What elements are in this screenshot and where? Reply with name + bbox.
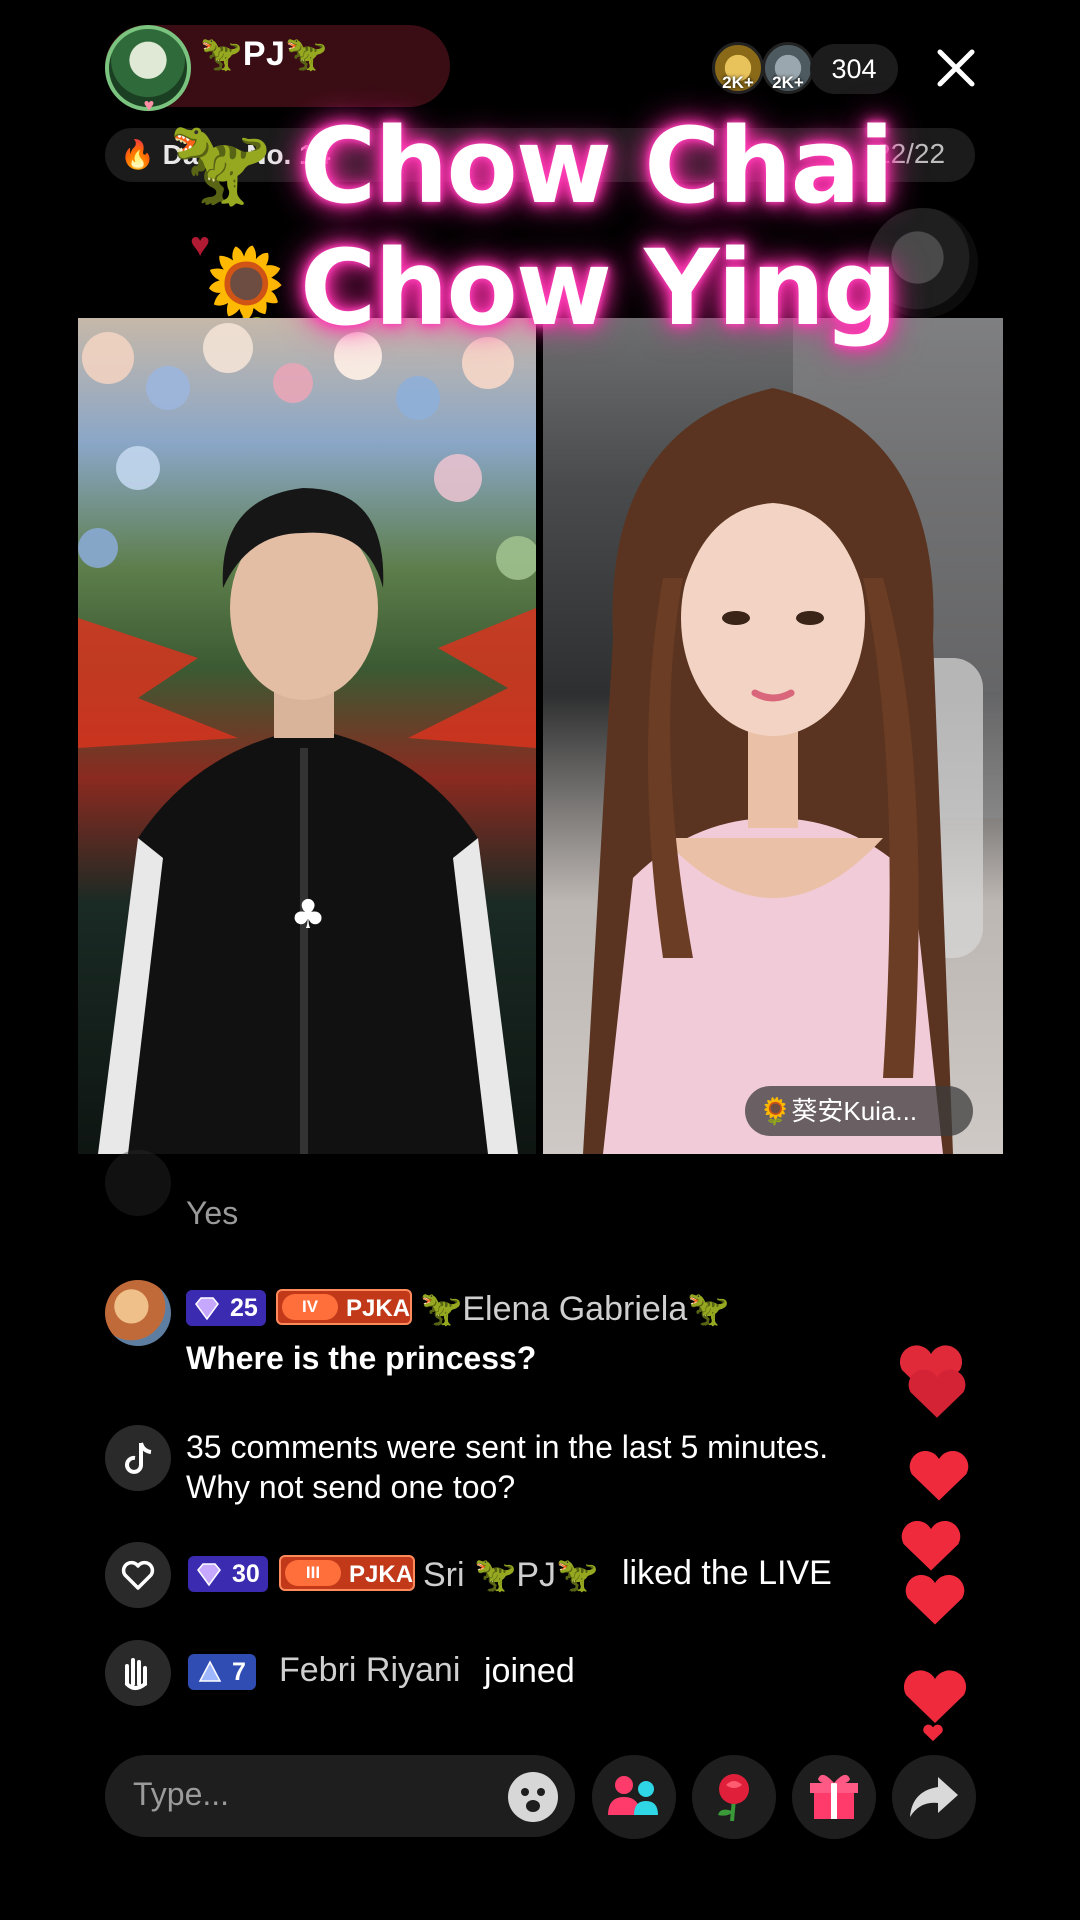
floating-heart-icon [901,1520,961,1571]
guest-name-tag[interactable]: 🌻葵安Kuia... [745,1086,973,1136]
close-icon [937,49,975,87]
guest-person-image [583,318,1003,1154]
diamond-icon [195,1297,219,1321]
floating-heart-icon [905,1574,965,1625]
chat-message: Where is the princess? [186,1340,537,1376]
close-button[interactable] [932,44,980,92]
floating-heart-icon [909,1450,969,1501]
chat-message-faded: Yes [186,1195,239,1231]
multi-guest-icon [608,1776,658,1815]
rose-gift-icon [718,1774,749,1822]
system-message-icon [105,1425,171,1491]
floating-heart-icon [908,1369,966,1418]
gift-button[interactable] [792,1755,876,1839]
guest-video-panel[interactable] [543,318,1003,1154]
fan-club-badge: III PJKA [279,1555,415,1591]
chat-username[interactable]: 🦖Elena Gabriela🦖 [420,1289,730,1329]
host-name[interactable]: 🦖PJ🦖 [200,34,328,74]
system-message: 35 comments were sent in the last 5 minu… [186,1429,829,1505]
emoji-icon [508,1772,558,1822]
viewer-badge: 2K+ [772,73,804,92]
overlay-title: Chow Chai Chow Ying [300,105,898,349]
fan-club-badge: IV PJKA [276,1289,412,1325]
tiktok-icon [125,1442,152,1474]
host-video-panel[interactable]: ♣ [78,318,536,1154]
like-event-icon [105,1542,171,1608]
host-person-image: ♣ [78,323,536,1154]
floating-heart-icon [923,1724,943,1742]
viewer-count[interactable]: 304 [810,44,898,94]
floating-heart-icon [903,1670,967,1723]
user-level-badge: 7 [188,1654,256,1690]
svg-text:♣: ♣ [290,892,326,938]
join-event-icon [105,1640,171,1706]
chat-username[interactable]: Sri 🦖PJ🦖 [423,1555,598,1595]
gift-icon [810,1774,858,1819]
top-viewer-avatar-1[interactable]: 2K+ [712,42,764,94]
emoji-button[interactable] [506,1770,560,1824]
share-button[interactable] [892,1755,976,1839]
level-triangle-icon [198,1660,222,1682]
comment-input-placeholder[interactable]: Type... [133,1776,229,1813]
chat-avatar[interactable] [105,1280,171,1346]
top-viewer-avatar-2[interactable]: 2K+ [762,42,814,94]
chat-username[interactable]: Febri Riyani [279,1651,460,1690]
heart-outline-icon [121,1560,155,1590]
wave-hand-icon [125,1658,147,1690]
like-action-text: liked the LIVE [622,1554,832,1592]
diamond-icon [197,1563,221,1587]
video-divider [536,318,543,1154]
rose-gift-button[interactable] [692,1755,776,1839]
chat-avatar-faded[interactable] [105,1150,171,1216]
avatar-heart-icon: ♥ [143,95,155,115]
dinosaur-sticker-icon: 🦖 [168,115,273,209]
share-icon [910,1777,958,1817]
multi-guest-button[interactable] [592,1755,676,1839]
viewer-badge: 2K+ [722,73,754,92]
diamond-level-badge: 25 [186,1290,266,1326]
flame-icon: 🔥 [120,139,155,170]
diamond-level-badge: 30 [188,1556,268,1592]
join-action-text: joined [484,1652,575,1690]
